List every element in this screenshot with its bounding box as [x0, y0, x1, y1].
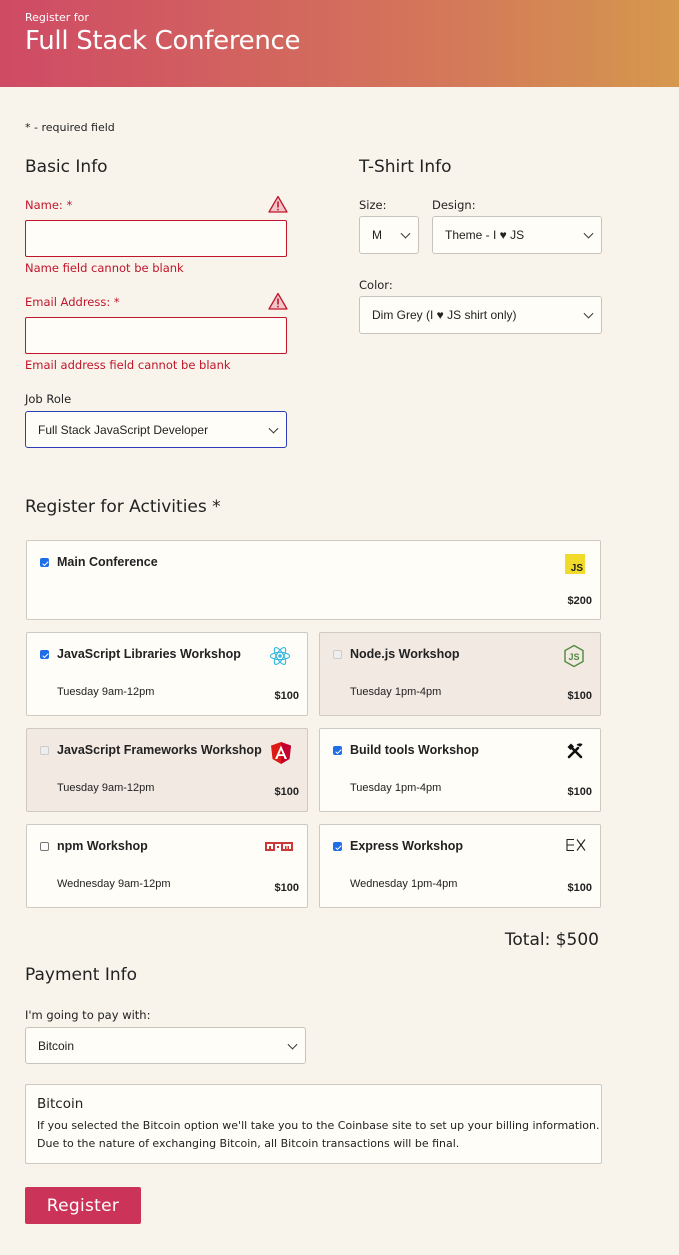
- register-button[interactable]: Register: [25, 1187, 141, 1224]
- activities-total: Total: $500: [504, 930, 599, 950]
- activity-name: JavaScript Frameworks Workshop: [57, 743, 262, 757]
- activity-npm[interactable]: npm Workshop Wednesday 9am-12pm $100: [26, 824, 308, 908]
- express-icon: [566, 838, 586, 852]
- activity-time: Wednesday 9am-12pm: [57, 878, 171, 890]
- required-field-note: * - required field: [25, 121, 115, 134]
- color-value: Dim Grey (I ♥ JS shirt only): [372, 308, 517, 322]
- activity-js-frameworks[interactable]: JavaScript Frameworks Workshop Tuesday 9…: [26, 728, 308, 812]
- js-icon: JS: [565, 554, 585, 574]
- nodejs-icon: JS: [564, 644, 584, 668]
- activities-heading: Register for Activities *: [25, 497, 221, 517]
- activity-nodejs[interactable]: Node.js Workshop JS Tuesday 1pm-4pm $100: [319, 632, 601, 716]
- name-label: Name: *: [25, 198, 73, 212]
- chevron-down-icon: [400, 228, 411, 239]
- activity-checkbox[interactable]: [333, 746, 342, 755]
- payment-method-select[interactable]: Bitcoin: [25, 1027, 306, 1064]
- bitcoin-info-text: If you selected the Bitcoin option we'll…: [37, 1119, 600, 1150]
- activity-cost: $100: [567, 882, 592, 894]
- color-label: Color:: [359, 278, 393, 292]
- chevron-down-icon: [583, 228, 594, 239]
- color-select[interactable]: Dim Grey (I ♥ JS shirt only): [359, 296, 602, 334]
- chevron-down-icon: [268, 423, 279, 434]
- activity-cost: $100: [274, 786, 299, 798]
- activity-time: Wednesday 1pm-4pm: [350, 878, 458, 890]
- activity-build-tools[interactable]: Build tools Workshop Tuesday 1pm-4pm $10…: [319, 728, 601, 812]
- email-error-message: Email address field cannot be blank: [25, 358, 231, 372]
- activity-checkbox[interactable]: [40, 558, 49, 567]
- activity-name: Main Conference: [57, 555, 158, 569]
- email-input[interactable]: [25, 317, 287, 354]
- activity-time: Tuesday 1pm-4pm: [350, 782, 442, 794]
- angular-icon: [271, 742, 291, 764]
- name-input[interactable]: [25, 220, 287, 257]
- activity-checkbox[interactable]: [333, 650, 342, 659]
- chevron-down-icon: [287, 1039, 298, 1050]
- warning-icon: [268, 292, 288, 310]
- activity-name: Build tools Workshop: [350, 743, 479, 757]
- page-title: Full Stack Conference: [25, 26, 301, 56]
- payment-method-label: I'm going to pay with:: [25, 1008, 151, 1022]
- activity-express[interactable]: Express Workshop Wednesday 1pm-4pm $100: [319, 824, 601, 908]
- page-header: Register for Full Stack Conference: [0, 0, 679, 87]
- payment-method-value: Bitcoin: [38, 1038, 75, 1053]
- svg-text:JS: JS: [571, 563, 584, 574]
- job-role-label: Job Role: [25, 392, 72, 406]
- size-label: Size:: [359, 198, 387, 212]
- svg-text:JS: JS: [568, 652, 579, 662]
- size-value: M: [372, 228, 382, 242]
- tshirt-info-heading: T-Shirt Info: [359, 157, 452, 177]
- activity-cost: $100: [274, 882, 299, 894]
- chevron-down-icon: [583, 308, 594, 319]
- basic-info-heading: Basic Info: [25, 157, 108, 177]
- design-value: Theme - I ♥ JS: [445, 228, 525, 242]
- react-icon: [269, 647, 291, 665]
- header-subtitle: Register for: [25, 11, 89, 24]
- activity-cost: $100: [567, 690, 592, 702]
- activity-checkbox[interactable]: [40, 650, 49, 659]
- size-select[interactable]: M: [359, 216, 419, 254]
- email-label: Email Address: *: [25, 295, 120, 309]
- activity-checkbox[interactable]: [40, 746, 49, 755]
- job-role-value: Full Stack JavaScript Developer: [38, 422, 209, 437]
- design-label: Design:: [432, 198, 476, 212]
- activity-checkbox[interactable]: [40, 842, 49, 851]
- design-select[interactable]: Theme - I ♥ JS: [432, 216, 602, 254]
- warning-icon: [268, 195, 288, 213]
- activity-cost: $100: [274, 690, 299, 702]
- activity-name: Node.js Workshop: [350, 647, 460, 661]
- bitcoin-info-title: Bitcoin: [37, 1096, 84, 1112]
- name-error-message: Name field cannot be blank: [25, 261, 184, 275]
- bitcoin-info-panel: Bitcoin If you selected the Bitcoin opti…: [25, 1084, 602, 1164]
- activity-name: Express Workshop: [350, 839, 464, 853]
- activity-js-libraries[interactable]: JavaScript Libraries Workshop Tuesday 9a…: [26, 632, 308, 716]
- activity-cost: $100: [567, 786, 592, 798]
- job-role-select[interactable]: Full Stack JavaScript Developer: [25, 411, 287, 448]
- activity-name: JavaScript Libraries Workshop: [57, 647, 241, 661]
- npm-icon: [265, 842, 293, 851]
- activity-cost: $200: [567, 595, 592, 607]
- activity-time: Tuesday 9am-12pm: [57, 686, 155, 698]
- activity-main-conference[interactable]: Main Conference JS $200: [26, 540, 601, 620]
- payment-info-heading: Payment Info: [25, 965, 138, 985]
- activity-time: Tuesday 1pm-4pm: [350, 686, 442, 698]
- activity-checkbox[interactable]: [333, 842, 342, 851]
- tools-icon: [567, 743, 583, 759]
- activity-time: Tuesday 9am-12pm: [57, 782, 155, 794]
- activity-name: npm Workshop: [57, 839, 148, 853]
